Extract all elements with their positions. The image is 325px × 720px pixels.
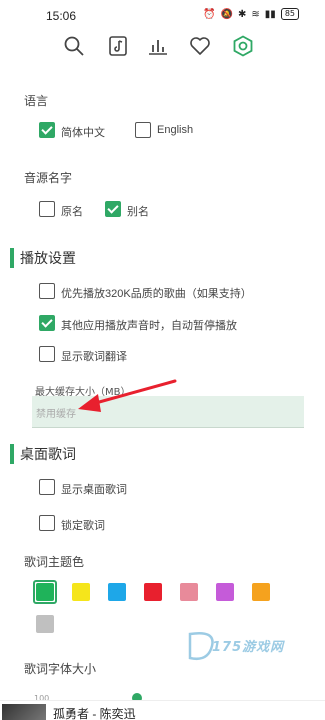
checkbox-alias[interactable] [105,201,121,217]
label-lock-lyrics: 锁定歌词 [61,520,105,532]
checkbox-show-translation[interactable] [39,346,55,362]
theme-color-title: 歌词主题色 [24,555,85,569]
bluetooth-icon: ✱ [238,8,247,20]
checkbox-auto-pause[interactable] [39,315,55,331]
status-icons: ⏰ 🔕 ✱ ≋ ▮▮ 85 [203,8,299,20]
color-swatch-6[interactable] [252,583,270,601]
status-bar: 15:06 ⏰ 🔕 ✱ ≋ ▮▮ 85 [0,0,325,30]
color-swatch-5[interactable] [216,583,234,601]
color-swatch-4[interactable] [180,583,198,601]
checkbox-simplified-chinese[interactable] [39,122,55,138]
label-english: English [157,124,194,136]
section-accent-bar [10,248,14,268]
label-auto-pause: 其他应用播放声音时，自动暂停播放 [61,320,237,332]
color-swatch-7[interactable] [36,615,54,633]
status-time: 15:06 [46,9,77,23]
label-show-desktop-lyrics: 显示桌面歌词 [61,484,127,496]
checkbox-show-desktop-lyrics[interactable] [39,479,55,495]
alarm-icon: ⏰ [203,8,216,20]
section-accent-bar [10,444,14,464]
top-nav [0,34,325,60]
signal-icon: ▮▮ [264,8,276,20]
color-swatch-3[interactable] [144,583,162,601]
label-prefer-320k: 优先播放320K品质的歌曲（如果支持） [61,288,252,300]
playback-section-header: 播放设置 [10,248,76,268]
font-size-title: 歌词字体大小 [24,662,97,676]
color-swatch-2[interactable] [108,583,126,601]
label-simplified-chinese: 简体中文 [61,127,105,139]
mute-icon: 🔕 [220,8,234,20]
language-title: 语言 [24,94,49,108]
heart-icon[interactable] [188,34,212,58]
checkbox-english[interactable] [135,122,151,138]
color-swatch-1[interactable] [72,583,90,601]
label-original-name: 原名 [61,206,83,218]
checkbox-prefer-320k[interactable] [39,283,55,299]
color-swatch-0[interactable] [36,583,54,601]
wifi-icon: ≋ [251,8,260,20]
cache-size-placeholder: 禁用缓存 [36,409,76,420]
cache-size-input[interactable]: 禁用缓存 [32,396,304,428]
settings-icon[interactable] [231,34,255,58]
label-show-translation: 显示歌词翻译 [61,351,127,363]
playback-section-title: 播放设置 [20,250,76,266]
watermark-text: 175游戏网 [212,640,285,655]
chart-icon[interactable] [146,34,170,58]
battery-indicator: 85 [280,8,299,20]
now-playing-title: 孤勇者 - 陈奕迅 [53,707,136,720]
source-name-title: 音源名字 [24,171,73,185]
music-file-icon[interactable] [106,34,130,58]
mini-player-bar[interactable] [0,700,325,720]
album-cover[interactable] [2,704,46,720]
label-alias: 别名 [127,206,149,218]
desktop-lyrics-section-header: 桌面歌词 [10,444,76,464]
search-icon[interactable] [62,34,86,58]
checkbox-original-name[interactable] [39,201,55,217]
checkbox-lock-lyrics[interactable] [39,515,55,531]
desktop-lyrics-section-title: 桌面歌词 [20,446,76,462]
